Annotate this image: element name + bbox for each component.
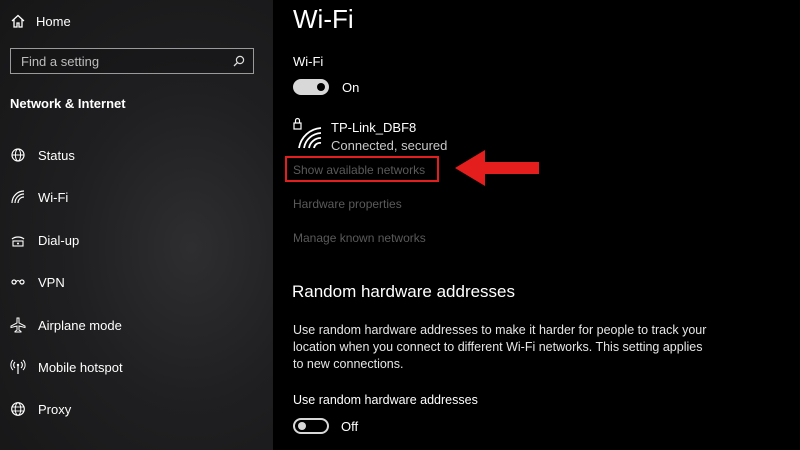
sidebar-item-label: VPN <box>38 274 65 290</box>
globe-icon <box>10 401 26 417</box>
secured-wifi-icon <box>293 116 323 150</box>
network-name: TP-Link_DBF8 <box>331 120 417 135</box>
random-hw-toggle[interactable] <box>293 418 329 434</box>
globe-status-icon <box>10 147 26 163</box>
sidebar-item-label: Dial-up <box>38 232 80 248</box>
sidebar: Home Find a setting Network & Internet S… <box>0 0 273 450</box>
main-panel: Wi-Fi Wi-Fi On TP-Link_DBF8 Connected, s… <box>273 0 800 450</box>
connected-network[interactable]: TP-Link_DBF8 Connected, secured <box>293 116 447 153</box>
sidebar-item-label: Wi-Fi <box>38 189 69 205</box>
wifi-toggle[interactable] <box>293 79 329 95</box>
sidebar-item-vpn[interactable]: VPN <box>10 271 65 293</box>
wifi-icon <box>10 189 26 205</box>
search-placeholder: Find a setting <box>21 53 100 69</box>
sidebar-item-proxy[interactable]: Proxy <box>10 398 71 420</box>
dialup-icon <box>10 232 26 248</box>
random-hw-toggle-label: Use random hardware addresses <box>293 393 478 407</box>
page-title: Wi-Fi <box>293 4 354 34</box>
toggle-knob <box>298 422 306 430</box>
random-hw-description: Use random hardware addresses to make it… <box>293 323 707 371</box>
home-label: Home <box>36 13 71 29</box>
sidebar-item-label: Proxy <box>38 401 72 417</box>
sidebar-item-wifi[interactable]: Wi-Fi <box>10 186 68 208</box>
random-hw-title: Random hardware addresses <box>292 282 516 301</box>
hotspot-icon <box>10 359 26 375</box>
sidebar-item-dialup[interactable]: Dial-up <box>10 229 79 251</box>
hardware-properties-link[interactable]: Hardware properties <box>293 197 402 211</box>
manage-known-networks-link[interactable]: Manage known networks <box>293 231 426 245</box>
random-hw-toggle-state: Off <box>341 419 359 434</box>
vpn-icon <box>10 274 26 290</box>
wifi-toggle-label: Wi-Fi <box>293 54 324 69</box>
sidebar-item-label: Airplane mode <box>38 317 122 333</box>
red-arrow-annotation <box>455 148 541 188</box>
section-title: Network & Internet <box>10 96 126 111</box>
sidebar-item-label: Mobile hotspot <box>38 359 123 375</box>
toggle-knob <box>317 83 325 91</box>
highlight-box <box>285 156 439 182</box>
airplane-icon <box>10 317 26 333</box>
sidebar-item-mobile-hotspot[interactable]: Mobile hotspot <box>10 356 123 378</box>
network-status: Connected, secured <box>331 138 448 153</box>
sidebar-item-status[interactable]: Status <box>10 144 75 166</box>
sidebar-item-label: Status <box>38 147 75 163</box>
wifi-toggle-state: On <box>342 80 360 95</box>
sidebar-item-airplane-mode[interactable]: Airplane mode <box>10 314 122 336</box>
search-input[interactable]: Find a setting <box>10 48 254 74</box>
home-icon <box>10 13 26 29</box>
home-nav-item[interactable]: Home <box>10 10 71 32</box>
search-icon[interactable] <box>233 55 245 67</box>
